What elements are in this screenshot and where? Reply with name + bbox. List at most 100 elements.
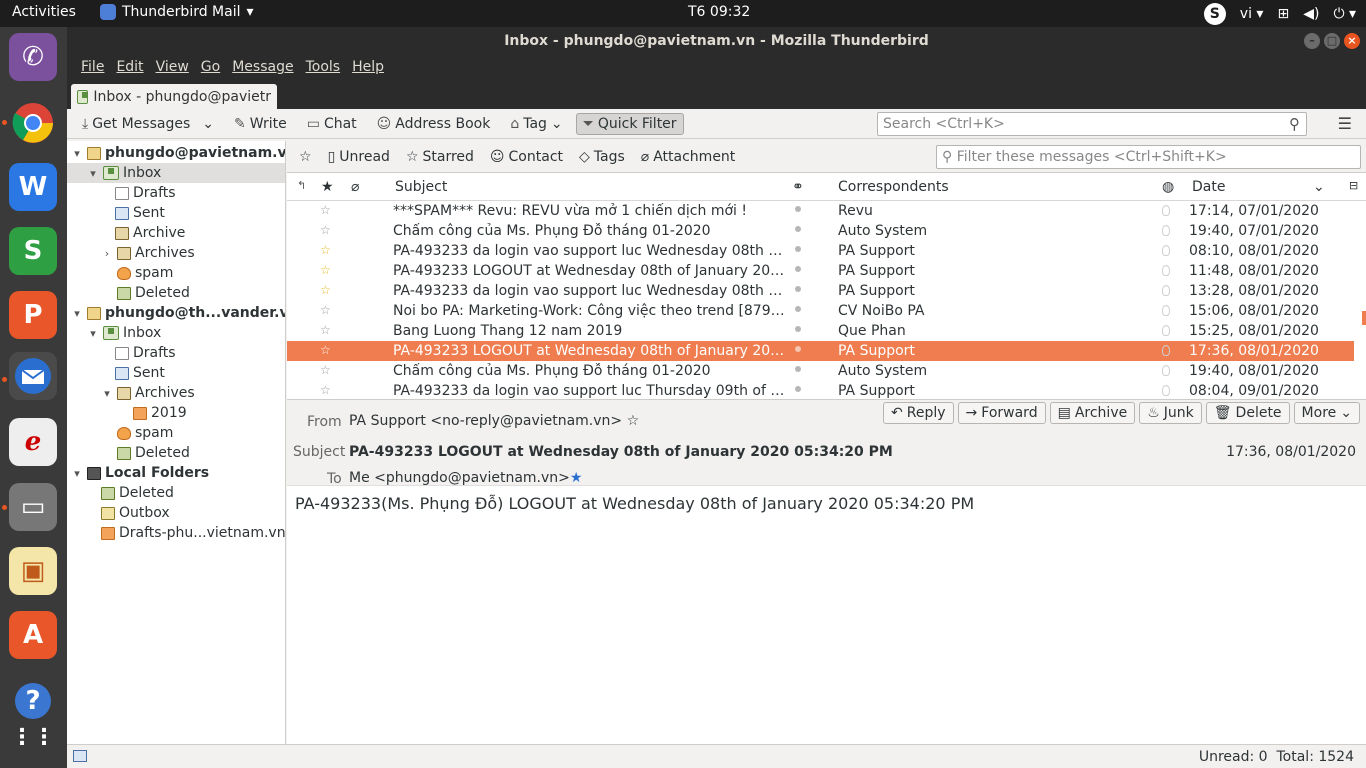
read-status-icon[interactable]	[795, 326, 801, 332]
app-menu[interactable]: Thunderbird Mail ▾	[100, 4, 254, 20]
filter-messages-input[interactable]: ⚲ Filter these messages <Ctrl+Shift+K>	[936, 145, 1361, 169]
attachment-column-icon[interactable]: ⌀	[351, 179, 359, 195]
junk-status-icon[interactable]	[1162, 325, 1170, 336]
more-button[interactable]: More ⌄	[1293, 402, 1360, 424]
thunderbird-dock-icon[interactable]	[9, 352, 57, 400]
junk-status-icon[interactable]	[1162, 365, 1170, 376]
close-icon[interactable]: ×	[1344, 33, 1360, 49]
folder-sent[interactable]: Sent	[115, 363, 165, 383]
network-icon[interactable]: ⊞	[1277, 6, 1289, 22]
menu-go[interactable]: Go	[195, 55, 226, 82]
menu-edit[interactable]: Edit	[110, 55, 149, 82]
folder-archive[interactable]: Archive	[115, 223, 185, 243]
message-row[interactable]: ☆ PA-493233 LOGOUT at Wednesday 08th of J…	[287, 341, 1354, 361]
column-date[interactable]: Date	[1192, 179, 1225, 195]
star-filled-icon[interactable]: ★	[570, 470, 583, 486]
clock[interactable]: T6 09:32	[688, 4, 750, 20]
star-icon[interactable]: ☆	[320, 323, 331, 337]
folder-archives[interactable]: › Archives	[101, 243, 195, 263]
junk-status-icon[interactable]	[1162, 345, 1170, 356]
viber-icon[interactable]: ✆	[9, 33, 57, 81]
volume-icon[interactable]: ◀)	[1303, 6, 1319, 22]
message-row[interactable]: ☆ Bang Luong Thang 12 nam 2019 Que Phan 15:…	[287, 321, 1354, 341]
folder-outbox[interactable]: Outbox	[101, 503, 170, 523]
forward-button[interactable]: → Forward	[957, 402, 1046, 424]
to-value[interactable]: Me <phungdo@pavietnam.vn>★	[349, 470, 582, 486]
software-center-icon[interactable]: A	[9, 611, 57, 659]
minimize-icon[interactable]: –	[1304, 33, 1320, 49]
star-icon[interactable]: ☆	[627, 413, 640, 429]
menu-help[interactable]: Help	[346, 55, 390, 82]
filter-contact-button[interactable]: ☺ Contact	[490, 149, 563, 165]
files-icon[interactable]: ▭	[9, 483, 57, 531]
read-status-icon[interactable]	[795, 346, 801, 352]
message-row[interactable]: ☆ Chấm công của Ms. Phụng Đỗ tháng 01-202…	[287, 221, 1354, 241]
app-menu-icon[interactable]: ☰	[1338, 114, 1352, 133]
folder-deleted[interactable]: Deleted	[101, 483, 174, 503]
language-indicator[interactable]: vi ▾	[1240, 6, 1264, 22]
star-icon[interactable]: ☆	[320, 303, 331, 317]
folder-drafts-local[interactable]: Drafts-phu...vietnam.vn	[101, 523, 285, 543]
folder-account-pavietnam[interactable]: ▾ phungdo@pavietnam.vn	[71, 143, 285, 163]
read-status-icon[interactable]	[795, 266, 801, 272]
address-book-button[interactable]: ☺ Address Book	[370, 113, 498, 135]
junk-status-icon[interactable]	[1162, 225, 1170, 236]
wps-presentation-icon[interactable]: P	[9, 291, 57, 339]
maximize-icon[interactable]: □	[1324, 33, 1340, 49]
folder-local-folders[interactable]: ▾ Local Folders	[71, 463, 209, 483]
wps-spreadsheet-icon[interactable]: S	[9, 227, 57, 275]
read-status-icon[interactable]	[795, 286, 801, 292]
chrome-icon[interactable]	[9, 99, 57, 147]
message-row[interactable]: ☆ Chấm công của Ms. Phụng Đỗ tháng 01-202…	[287, 361, 1354, 381]
column-picker-icon[interactable]: ⊟	[1349, 179, 1358, 192]
collapse-icon[interactable]: ▾	[87, 327, 99, 340]
star-icon[interactable]: ☆	[320, 343, 331, 357]
collapse-icon[interactable]: ▾	[71, 147, 83, 160]
filter-tags-button[interactable]: ◇ Tags	[579, 149, 625, 165]
message-row[interactable]: ☆ PA-493233 da login vao support luc Thur…	[287, 381, 1354, 399]
read-status-icon[interactable]	[795, 246, 801, 252]
junk-status-icon[interactable]	[1162, 265, 1170, 276]
scrollbar-marker[interactable]	[1362, 311, 1366, 325]
activities-button[interactable]: Activities	[12, 4, 76, 20]
global-search-input[interactable]: Search <Ctrl+K> ⚲	[877, 112, 1307, 136]
star-icon[interactable]: ☆	[320, 283, 331, 297]
star-icon[interactable]: ☆	[320, 263, 331, 277]
reply-button[interactable]: ↶ Reply	[883, 402, 954, 424]
collapse-icon[interactable]: ▾	[87, 167, 99, 180]
junk-column-icon[interactable]: ◍	[1162, 179, 1174, 195]
tab-inbox[interactable]: Inbox - phungdo@pavietr	[71, 84, 277, 110]
from-value[interactable]: PA Support <no-reply@pavietnam.vn> ☆	[349, 413, 639, 429]
star-column-icon[interactable]: ★	[321, 179, 334, 195]
read-status-icon[interactable]	[795, 306, 801, 312]
folder-inbox[interactable]: ▾ Inbox	[87, 323, 161, 343]
filter-attachment-button[interactable]: ⌀ Attachment	[641, 149, 736, 165]
message-row[interactable]: ☆ PA-493233 da login vao support luc Wedn…	[287, 281, 1354, 301]
filter-starred-button[interactable]: ☆ Starred	[406, 149, 474, 165]
message-row[interactable]: ☆ ***SPAM*** Revu: REVU vừa mở 1 chiến dị…	[287, 201, 1354, 221]
chat-button[interactable]: ▭ Chat	[300, 113, 364, 135]
star-icon[interactable]: ☆	[320, 223, 331, 237]
menu-view[interactable]: View	[150, 55, 195, 82]
junk-status-icon[interactable]	[1162, 285, 1170, 296]
star-icon[interactable]: ☆	[320, 203, 331, 217]
folder-2019[interactable]: 2019	[133, 403, 187, 423]
thread-column-icon[interactable]: ↰	[297, 179, 306, 192]
folder-sent[interactable]: Sent	[115, 203, 165, 223]
junk-status-icon[interactable]	[1162, 305, 1170, 316]
message-row[interactable]: ☆ Noi bo PA: Marketing-Work: Công việc th…	[287, 301, 1354, 321]
star-icon[interactable]: ☆	[320, 363, 331, 377]
folder-drafts[interactable]: Drafts	[115, 343, 176, 363]
show-apps-icon[interactable]: ⋮⋮	[9, 713, 57, 761]
junk-button[interactable]: ♨ Junk	[1139, 402, 1202, 424]
archive-button[interactable]: ▤ Archive	[1049, 402, 1136, 424]
star-icon[interactable]: ☆	[320, 243, 331, 257]
column-subject[interactable]: Subject	[395, 179, 447, 195]
get-messages-dropdown[interactable]: ⌄	[195, 113, 221, 135]
collapse-icon[interactable]: ▾	[101, 387, 113, 400]
folder-drafts[interactable]: Drafts	[115, 183, 176, 203]
junk-status-icon[interactable]	[1162, 205, 1170, 216]
message-row[interactable]: ☆ PA-493233 da login vao support luc Wedn…	[287, 241, 1354, 261]
image-viewer-icon[interactable]: ▣	[9, 547, 57, 595]
junk-status-icon[interactable]	[1162, 245, 1170, 256]
